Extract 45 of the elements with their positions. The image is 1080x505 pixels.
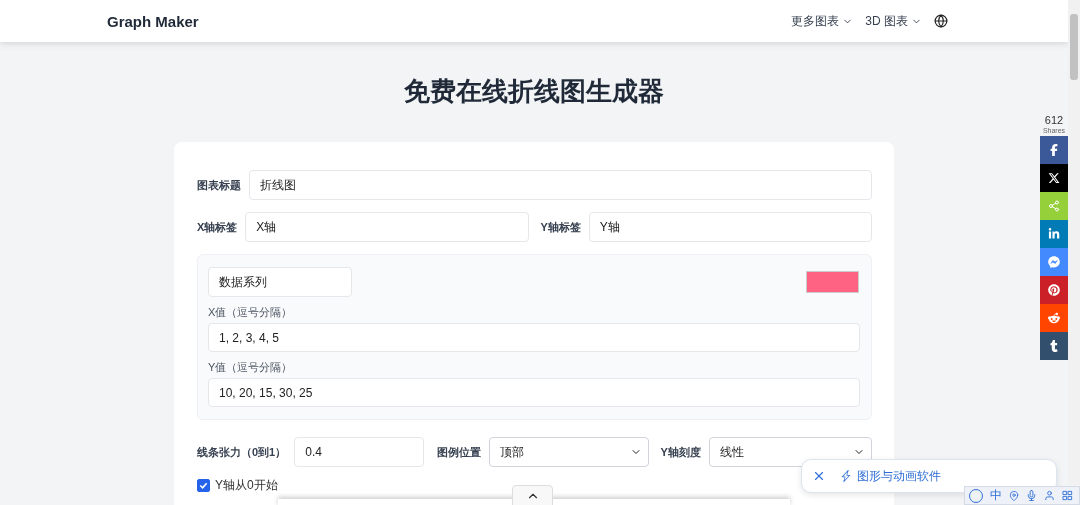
select-field[interactable]: 顶部 [489,437,649,467]
messenger-icon [1048,256,1060,268]
input-field[interactable]: 1, 2, 3, 4, 5 [208,323,860,352]
checkbox-label: Y轴从0开始 [215,477,278,494]
field-label: Y轴标签 [540,219,581,235]
globe-icon[interactable] [934,14,948,28]
nav-menu[interactable]: 3D 图表 [865,12,922,30]
color-picker[interactable] [806,271,859,293]
linkedin-icon [1048,228,1060,240]
field-label: Y轴刻度 [660,444,701,460]
input-field[interactable]: Y轴 [588,212,872,242]
tumblr-icon [1048,340,1060,352]
field-caption: X值（逗号分隔） [208,305,294,320]
facebook-icon [1048,144,1060,156]
checkbox[interactable] [197,479,210,492]
field-label: 图表标题 [197,177,241,193]
share-button[interactable] [1040,136,1068,164]
nav-menu[interactable]: 更多图表 [791,12,854,30]
input-field[interactable]: 数据系列 [208,267,352,297]
field-label: X轴标签 [197,219,238,235]
user-icon[interactable] [1044,490,1055,501]
input-field[interactable]: 0.4 [294,437,425,467]
x-icon [1048,172,1060,184]
input-field[interactable]: 折线图 [249,170,872,200]
input-field[interactable]: X轴 [245,212,529,242]
share-count: 612 [1044,114,1064,127]
pin-icon[interactable] [1009,490,1019,501]
field-label: 线条张力（0到1） [197,444,287,460]
share-icon [1048,200,1060,212]
reddit-icon [1048,312,1060,324]
brand-name: Graph Maker [107,12,199,30]
input-field[interactable]: 10, 20, 15, 30, 25 [208,378,860,407]
grid-icon[interactable] [1062,490,1073,501]
page-title: 免费在线折线图生成器 [403,75,665,108]
share-button[interactable] [1040,164,1068,192]
pinterest-icon [1048,284,1060,296]
scrollbar[interactable] [1068,0,1080,485]
field-label: 图例位置 [437,444,482,460]
popup-link[interactable]: 图形与动画软件 [840,467,941,485]
share-button[interactable] [1040,332,1068,360]
field-caption: Y值（逗号分隔） [208,360,294,375]
microphone-icon[interactable] [1026,490,1037,501]
ime-mode[interactable]: 中 [990,487,1002,504]
close-icon[interactable] [812,469,826,483]
lightning-icon [840,470,852,482]
